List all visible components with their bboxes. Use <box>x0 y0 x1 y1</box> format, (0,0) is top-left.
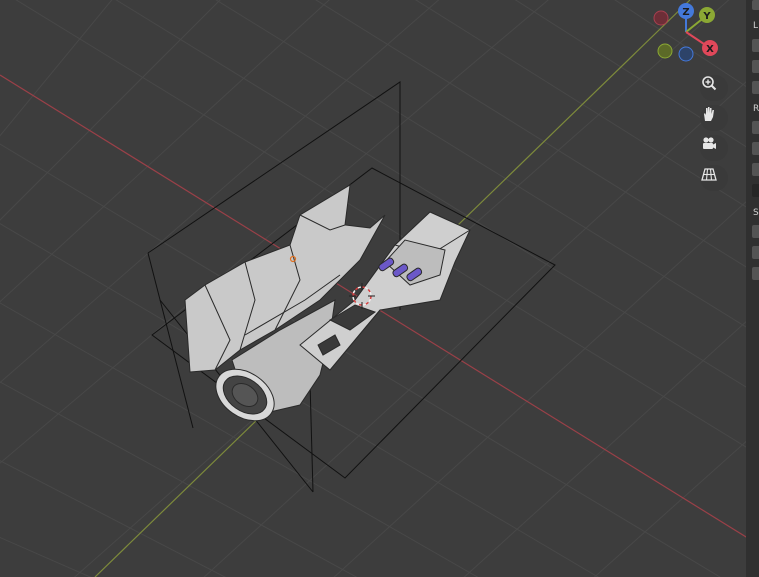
panel-field[interactable] <box>752 121 759 134</box>
gizmo-neg-z <box>678 46 694 62</box>
panel-dropdown[interactable] <box>752 184 759 197</box>
svg-text:X: X <box>706 44 714 55</box>
panel-section-label: R <box>753 104 759 114</box>
panel-field[interactable] <box>752 60 759 73</box>
camera-view-button[interactable] <box>700 135 728 161</box>
panel-field[interactable] <box>752 246 759 259</box>
pan-button[interactable] <box>700 105 728 131</box>
zoom-icon <box>702 76 717 91</box>
panel-field[interactable] <box>752 39 759 52</box>
gizmo-neg-y <box>657 43 673 59</box>
svg-text:Y: Y <box>702 11 711 22</box>
gizmo-neg-x <box>653 10 669 26</box>
panel-section-label: L <box>753 21 759 31</box>
perspective-grid-icon <box>701 168 717 181</box>
panel-field[interactable] <box>752 267 759 280</box>
3d-viewport[interactable]: Z Y X <box>0 0 759 577</box>
navigation-gizmo[interactable]: Z Y X <box>640 0 730 75</box>
panel-field[interactable] <box>752 0 759 10</box>
camera-icon <box>703 137 716 149</box>
viewport-scene <box>0 0 759 577</box>
perspective-toggle-button[interactable] <box>700 165 728 191</box>
panel-field[interactable] <box>752 81 759 94</box>
panel-field[interactable] <box>752 142 759 155</box>
panel-field[interactable] <box>752 163 759 176</box>
panel-field[interactable] <box>752 225 759 238</box>
side-panel[interactable]: L R S <box>746 0 759 577</box>
pan-hand-icon <box>704 107 714 121</box>
svg-text:Z: Z <box>682 7 689 18</box>
zoom-button[interactable] <box>700 75 728 101</box>
panel-section-label: S <box>753 208 759 218</box>
